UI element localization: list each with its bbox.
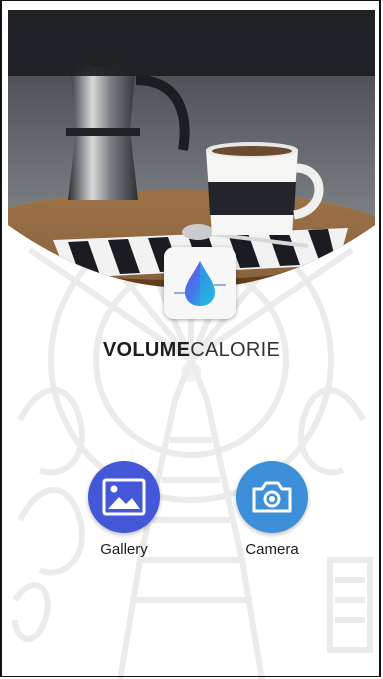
image-icon xyxy=(102,478,146,516)
gallery-button-circle[interactable] xyxy=(88,461,160,533)
gallery-label[interactable]: Gallery xyxy=(100,541,148,558)
app-logo xyxy=(164,247,236,319)
camera-button-circle[interactable] xyxy=(236,461,308,533)
app-title-bold: VOLUME xyxy=(102,339,191,361)
status-bar xyxy=(8,10,375,76)
gallery-button[interactable]: Gallery xyxy=(74,461,174,558)
camera-icon xyxy=(252,481,292,513)
app-screen: VOLUMECALORIE Gallery Camera xyxy=(0,0,383,679)
camera-button[interactable]: Camera xyxy=(222,461,322,558)
app-title-light: CALORIE xyxy=(190,339,281,361)
water-drop-icon xyxy=(174,261,226,306)
camera-label[interactable]: Camera xyxy=(245,541,298,558)
app-title: VOLUMECALORIE xyxy=(0,339,383,362)
